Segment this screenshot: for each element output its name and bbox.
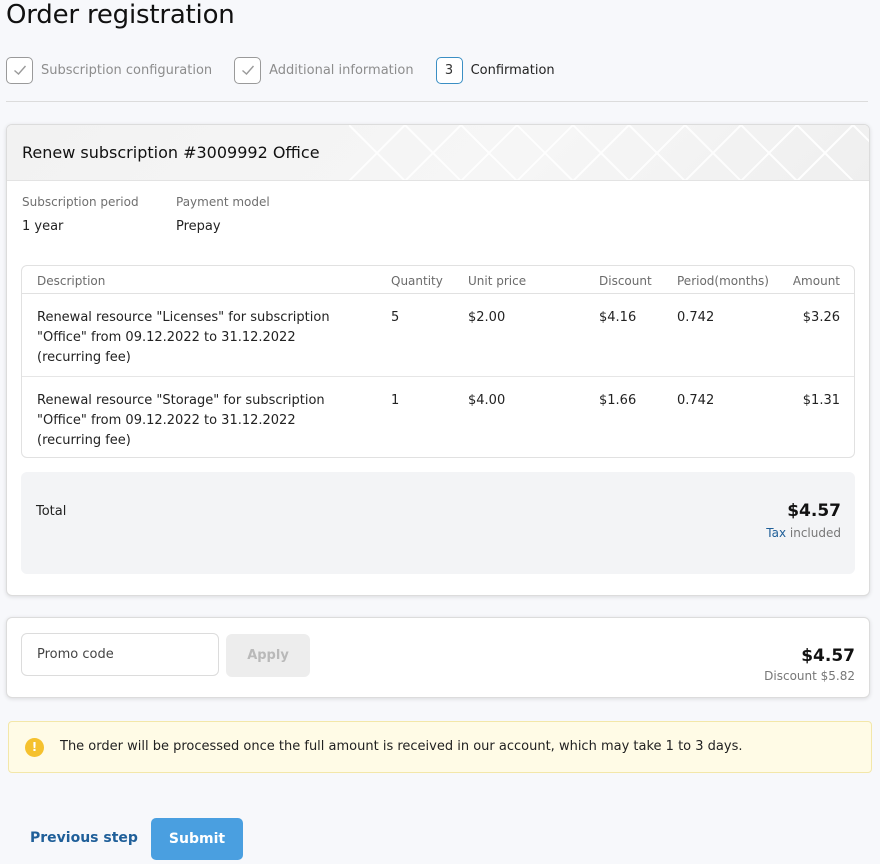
meta-value: 1 year bbox=[22, 219, 64, 234]
description-line: (recurring fee) bbox=[37, 433, 131, 448]
row-amount: $1.31 bbox=[802, 393, 840, 408]
row-amount: $3.26 bbox=[802, 310, 840, 325]
order-items-table: Description Quantity Unit price Discount… bbox=[21, 265, 855, 458]
column-header: Description bbox=[37, 274, 106, 288]
meta-value: Prepay bbox=[176, 219, 221, 234]
step-label: Confirmation bbox=[470, 62, 555, 78]
apply-button[interactable]: Apply bbox=[226, 634, 310, 677]
divider bbox=[6, 101, 868, 102]
column-header: Quantity bbox=[391, 274, 443, 288]
column-header: Discount bbox=[599, 274, 652, 288]
step-subscription-configuration[interactable]: Subscription configuration bbox=[6, 56, 213, 84]
order-summary-card: Renew subscription #3009992 Office Subsc… bbox=[6, 124, 870, 596]
total-label: Total bbox=[36, 504, 67, 519]
payment-model: Payment model Prepay bbox=[176, 195, 270, 234]
step-confirmation: 3 Confirmation bbox=[435, 56, 555, 84]
row-description: Renewal resource "Licenses" for subscrip… bbox=[37, 308, 357, 368]
row-unit-price: $2.00 bbox=[468, 310, 506, 325]
step-number: 3 bbox=[435, 56, 463, 84]
description-line: "Office" from 09.12.2022 to 31.12.2022 bbox=[37, 330, 296, 345]
row-period: 0.742 bbox=[677, 393, 715, 408]
meta-label: Payment model bbox=[176, 195, 270, 209]
info-icon: ! bbox=[25, 738, 44, 757]
promo-code-input[interactable] bbox=[21, 633, 219, 676]
total-panel: Total $4.57 Tax included bbox=[21, 472, 855, 574]
tax-suffix: included bbox=[786, 526, 841, 540]
column-header: Amount bbox=[792, 274, 840, 288]
stepper: Subscription configuration Additional in… bbox=[6, 56, 577, 84]
table-row: Renewal resource "Storage" for subscript… bbox=[22, 376, 854, 457]
description-line: Renewal resource "Storage" for subscript… bbox=[37, 393, 325, 408]
column-header: Unit price bbox=[468, 274, 527, 288]
header-pattern bbox=[349, 125, 869, 180]
tax-note: Tax included bbox=[766, 526, 841, 540]
step-label: Additional information bbox=[269, 62, 414, 78]
card-header: Renew subscription #3009992 Office bbox=[7, 125, 869, 181]
submit-button[interactable]: Submit bbox=[151, 818, 243, 860]
tax-link[interactable]: Tax bbox=[766, 526, 786, 540]
order-title: Renew subscription #3009992 Office bbox=[22, 143, 320, 162]
subscription-period: Subscription period 1 year bbox=[22, 195, 139, 234]
row-quantity: 5 bbox=[391, 310, 400, 325]
notice-text: The order will be processed once the ful… bbox=[60, 739, 743, 754]
column-header: Period(months) bbox=[677, 274, 769, 288]
page-title: Order registration bbox=[6, 0, 235, 30]
row-discount: $4.16 bbox=[599, 310, 637, 325]
processing-notice: ! The order will be processed once the f… bbox=[8, 721, 872, 773]
step-additional-information[interactable]: Additional information bbox=[234, 56, 414, 84]
description-line: "Office" from 09.12.2022 to 31.12.2022 bbox=[37, 413, 296, 428]
table-header: Description Quantity Unit price Discount… bbox=[22, 266, 854, 294]
previous-step-link[interactable]: Previous step bbox=[30, 830, 138, 846]
promo-total-amount: $4.57 bbox=[801, 646, 855, 666]
step-label: Subscription configuration bbox=[41, 62, 213, 78]
row-period: 0.742 bbox=[677, 310, 715, 325]
description-line: Renewal resource "Licenses" for subscrip… bbox=[37, 310, 330, 325]
row-description: Renewal resource "Storage" for subscript… bbox=[37, 391, 357, 451]
row-unit-price: $4.00 bbox=[468, 393, 506, 408]
table-row: Renewal resource "Licenses" for subscrip… bbox=[22, 294, 854, 376]
description-line: (recurring fee) bbox=[37, 350, 131, 365]
row-discount: $1.66 bbox=[599, 393, 637, 408]
check-icon bbox=[234, 56, 262, 84]
promo-card: Apply $4.57 Discount $5.82 bbox=[6, 617, 870, 698]
meta-label: Subscription period bbox=[22, 195, 139, 209]
check-icon bbox=[6, 56, 33, 84]
promo-discount: Discount $5.82 bbox=[764, 669, 855, 683]
row-quantity: 1 bbox=[391, 393, 400, 408]
total-amount: $4.57 bbox=[787, 501, 841, 521]
